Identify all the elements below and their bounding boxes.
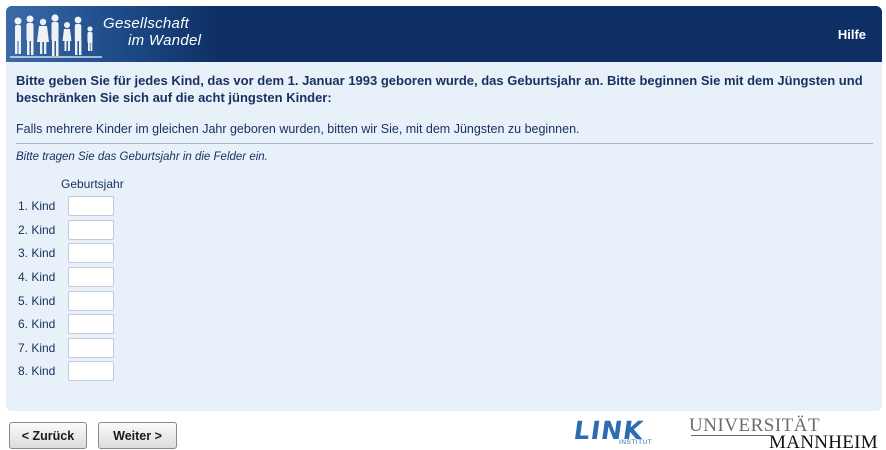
child-row-1: 1. Kind	[18, 196, 138, 216]
child-row-8: 8. Kind	[18, 361, 138, 381]
back-button[interactable]: < Zurück	[9, 422, 87, 449]
uni-logo-rule	[691, 435, 771, 436]
birth-year-input-6[interactable]	[68, 314, 114, 334]
birth-year-input-8[interactable]	[68, 361, 114, 381]
instruction-text: Bitte tragen Sie das Geburtsjahr in die …	[16, 151, 268, 163]
divider	[16, 143, 873, 144]
universitaet-mannheim-logo: UNIVERSITÄT MANNHEIM	[689, 415, 878, 450]
birth-year-input-5[interactable]	[68, 291, 114, 311]
link-institut-logo: LINK INSTITUT	[572, 416, 658, 448]
logo-title-line2: im Wandel	[128, 32, 202, 49]
column-header-birth-year: Geburtsjahr	[61, 177, 124, 191]
help-link[interactable]: Hilfe	[838, 27, 866, 42]
child-row-7: 7. Kind	[18, 338, 138, 358]
people-silhouettes-icon	[10, 14, 102, 58]
birth-year-input-3[interactable]	[68, 243, 114, 263]
child-label: 4. Kind	[18, 270, 56, 284]
survey-panel: Gesellschaft im Wandel Hilfe Bitte geben…	[6, 6, 882, 411]
child-label: 8. Kind	[18, 364, 56, 378]
child-row-6: 6. Kind	[18, 314, 138, 334]
child-label: 3. Kind	[18, 246, 56, 260]
birth-year-input-4[interactable]	[68, 267, 114, 287]
child-row-4: 4. Kind	[18, 267, 138, 287]
gesellschaft-im-wandel-logo: Gesellschaft im Wandel	[6, 6, 221, 62]
question-text: Bitte geben Sie für jedes Kind, das vor …	[16, 73, 863, 105]
child-row-2: 2. Kind	[18, 220, 138, 240]
child-label: 6. Kind	[18, 317, 56, 331]
child-label: 5. Kind	[18, 294, 56, 308]
birth-year-input-2[interactable]	[68, 220, 114, 240]
child-label: 2. Kind	[18, 223, 56, 237]
child-row-3: 3. Kind	[18, 243, 138, 263]
child-label: 7. Kind	[18, 341, 56, 355]
child-label: 1. Kind	[18, 199, 56, 213]
header-bar: Gesellschaft im Wandel Hilfe	[6, 6, 882, 62]
link-logo-subtext: INSTITUT	[619, 439, 653, 446]
uni-logo-line2: MANNHEIM	[769, 432, 879, 450]
question-subtext: Falls mehrere Kinder im gleichen Jahr ge…	[16, 122, 580, 136]
child-row-5: 5. Kind	[18, 291, 138, 311]
logo-title-line1: Gesellschaft	[103, 15, 190, 32]
next-button[interactable]: Weiter >	[98, 422, 177, 449]
birth-year-input-7[interactable]	[68, 338, 114, 358]
birth-year-input-1[interactable]	[68, 196, 114, 216]
